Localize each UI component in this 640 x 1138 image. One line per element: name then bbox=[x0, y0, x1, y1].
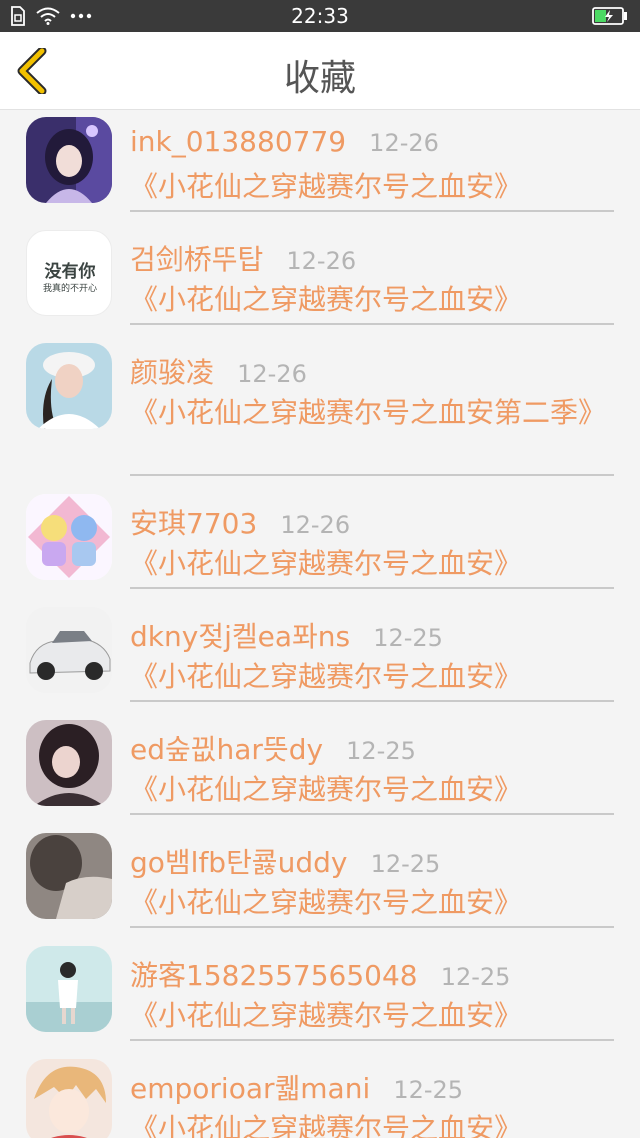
item-header: ink_013880779 12-26 bbox=[130, 125, 614, 165]
book-title[interactable]: 《小花仙之穿越赛尔号之血安》 bbox=[130, 996, 614, 1036]
item-header: 검剑桥뚜탑 12-26 bbox=[130, 238, 614, 278]
date: 12-25 bbox=[440, 963, 511, 991]
list-item[interactable]: dkny젖j켈ea퐈ns 12-25 《小花仙之穿越赛尔号之血安》 bbox=[0, 600, 640, 713]
avatar[interactable] bbox=[26, 720, 112, 806]
status-time: 22:33 bbox=[291, 4, 349, 28]
item-info: emporioar퀣mani 12-25 《小花仙之穿越赛尔号之血安》 bbox=[130, 1067, 614, 1138]
book-title[interactable]: 《小花仙之穿越赛尔号之血安》 bbox=[130, 1109, 614, 1138]
username[interactable]: ink_013880779 bbox=[130, 125, 346, 158]
status-bar: 22:33 bbox=[0, 0, 640, 32]
username[interactable]: ed숲끲har뜻dy bbox=[130, 733, 323, 766]
username[interactable]: go뱀lfb탄쿓uddy bbox=[130, 846, 347, 879]
item-header: dkny젖j켈ea퐈ns 12-25 bbox=[130, 615, 614, 655]
favorites-list: ink_013880779 12-26 《小花仙之穿越赛尔号之血安》 没有你 我… bbox=[0, 110, 640, 1138]
item-info: go뱀lfb탄쿓uddy 12-25 《小花仙之穿越赛尔号之血安》 bbox=[130, 841, 614, 928]
item-info: ed숲끲har뜻dy 12-25 《小花仙之穿越赛尔号之血安》 bbox=[130, 728, 614, 815]
book-title[interactable]: 《小花仙之穿越赛尔号之血安》 bbox=[130, 883, 614, 923]
username[interactable]: dkny젖j켈ea퐈ns bbox=[130, 620, 350, 653]
item-info: dkny젖j켈ea퐈ns 12-25 《小花仙之穿越赛尔号之血安》 bbox=[130, 615, 614, 702]
avatar[interactable] bbox=[26, 833, 112, 919]
book-title[interactable]: 《小花仙之穿越赛尔号之血安》 bbox=[130, 770, 614, 810]
date: 12-26 bbox=[280, 511, 351, 539]
book-title[interactable]: 《小花仙之穿越赛尔号之血安》 bbox=[130, 657, 614, 697]
item-header: go뱀lfb탄쿓uddy 12-25 bbox=[130, 841, 614, 881]
book-title[interactable]: 《小花仙之穿越赛尔号之血安》 bbox=[130, 167, 614, 207]
item-info: 颜骏凌 12-26 《小花仙之穿越赛尔号之血安第二季》 bbox=[130, 351, 614, 476]
avatar-text: 没有你 bbox=[44, 262, 96, 282]
item-header: 颜骏凌 12-26 bbox=[130, 351, 614, 391]
item-info: 安琪7703 12-26 《小花仙之穿越赛尔号之血安》 bbox=[130, 502, 614, 589]
status-icons-right bbox=[592, 7, 628, 29]
avatar[interactable] bbox=[26, 117, 112, 203]
item-header: emporioar퀣mani 12-25 bbox=[130, 1067, 614, 1107]
avatar[interactable] bbox=[26, 607, 112, 693]
item-info: 游客1582557565048 12-25 《小花仙之穿越赛尔号之血安》 bbox=[130, 954, 614, 1041]
username[interactable]: emporioar퀣mani bbox=[130, 1072, 370, 1105]
date: 12-25 bbox=[393, 1076, 464, 1104]
avatar[interactable] bbox=[26, 494, 112, 580]
book-title[interactable]: 《小花仙之穿越赛尔号之血安》 bbox=[130, 280, 614, 320]
username[interactable]: 游客1582557565048 bbox=[130, 959, 418, 992]
list-item[interactable]: 没有你 我真的不开心 검剑桥뚜탑 12-26 《小花仙之穿越赛尔号之血安》 bbox=[0, 223, 640, 336]
username[interactable]: 검剑桥뚜탑 bbox=[130, 243, 263, 276]
item-header: 游客1582557565048 12-25 bbox=[130, 954, 614, 994]
battery-charging-icon bbox=[592, 7, 627, 25]
list-item[interactable]: ink_013880779 12-26 《小花仙之穿越赛尔号之血安》 bbox=[0, 110, 640, 223]
date: 12-25 bbox=[346, 737, 416, 765]
nav-bar: 收藏 bbox=[0, 32, 640, 110]
item-info: 검剑桥뚜탑 12-26 《小花仙之穿越赛尔号之血安》 bbox=[130, 238, 614, 325]
date: 12-26 bbox=[286, 247, 357, 275]
avatar[interactable]: 没有你 我真的不开心 bbox=[26, 230, 112, 316]
date: 12-26 bbox=[237, 360, 307, 388]
list-item[interactable]: ed숲끲har뜻dy 12-25 《小花仙之穿越赛尔号之血安》 bbox=[0, 713, 640, 826]
page-title: 收藏 bbox=[283, 58, 356, 99]
date: 12-25 bbox=[373, 624, 443, 652]
list-item[interactable]: go뱀lfb탄쿓uddy 12-25 《小花仙之穿越赛尔号之血安》 bbox=[0, 826, 640, 939]
book-title[interactable]: 《小花仙之穿越赛尔号之血安第二季》 bbox=[130, 393, 614, 433]
book-title[interactable]: 《小花仙之穿越赛尔号之血安》 bbox=[130, 544, 614, 584]
list-item[interactable]: emporioar퀣mani 12-25 《小花仙之穿越赛尔号之血安》 bbox=[0, 1052, 640, 1138]
list-item[interactable]: 安琪7703 12-26 《小花仙之穿越赛尔号之血安》 bbox=[0, 487, 640, 600]
item-header: ed숲끲har뜻dy 12-25 bbox=[130, 728, 614, 768]
username[interactable]: 安琪7703 bbox=[130, 507, 257, 540]
date: 12-26 bbox=[369, 129, 439, 157]
avatar-subtext: 我真的不开心 bbox=[42, 284, 97, 294]
item-info: ink_013880779 12-26 《小花仙之穿越赛尔号之血安》 bbox=[130, 125, 614, 212]
item-header: 安琪7703 12-26 bbox=[130, 502, 614, 542]
list-item[interactable]: 颜骏凌 12-26 《小花仙之穿越赛尔号之血安第二季》 bbox=[0, 336, 640, 487]
list-item[interactable]: 游客1582557565048 12-25 《小花仙之穿越赛尔号之血安》 bbox=[0, 939, 640, 1052]
avatar[interactable] bbox=[26, 343, 112, 429]
username[interactable]: 颜骏凌 bbox=[130, 356, 214, 389]
avatar[interactable] bbox=[26, 1059, 112, 1138]
date: 12-25 bbox=[370, 850, 441, 878]
avatar[interactable] bbox=[26, 946, 112, 1032]
